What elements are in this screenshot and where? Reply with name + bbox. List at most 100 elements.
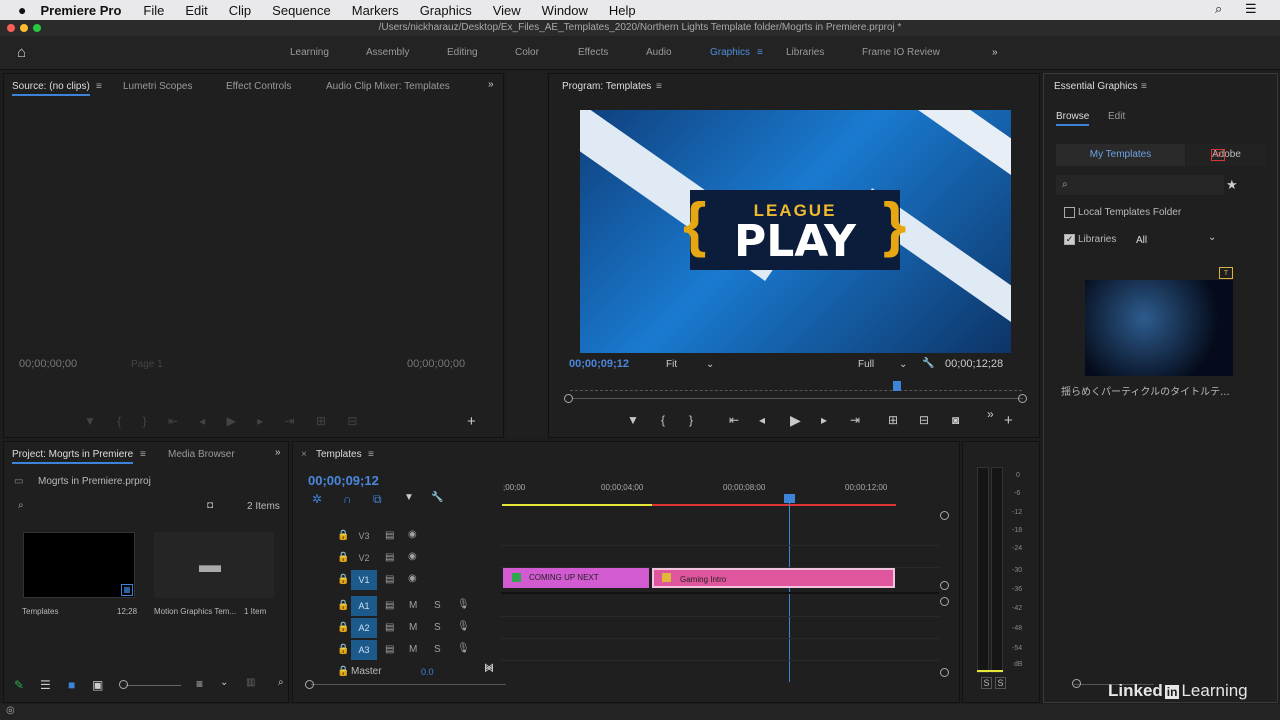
workspace-libraries[interactable]: Libraries [786,47,824,58]
library-select[interactable]: All [1136,235,1147,246]
home-icon[interactable]: ⌂ [17,44,26,61]
sync-lock-icon[interactable]: ▤ [385,530,394,541]
settings-wrench-icon[interactable]: 🔧 [922,358,934,369]
zoom-slider-handle[interactable] [119,680,128,689]
snap-magnet-icon[interactable]: ∩ [343,492,352,506]
mute-button[interactable]: M [409,622,417,633]
libraries-checkbox[interactable]: ✓ [1064,234,1075,245]
eye-icon[interactable]: ◉ [408,529,417,540]
track-label-v2[interactable]: V2 [351,548,377,568]
freeform-view-icon[interactable]: ▣ [92,678,103,692]
item-templates-name[interactable]: Templates [22,607,58,616]
app-menu[interactable]: Premiere Pro [40,3,121,18]
library-select-chevron-icon[interactable]: ⌄ [1208,232,1216,243]
new-bin-from-search-icon[interactable]: ◘ [207,500,213,511]
tab-edit[interactable]: Edit [1108,111,1125,122]
write-protect-pencil-icon[interactable]: ✎ [14,678,24,692]
program-timecode-current[interactable]: 00;00;09;12 [569,358,629,370]
menu-help[interactable]: Help [609,3,636,18]
local-templates-checkbox[interactable] [1064,207,1075,218]
program-menu-icon[interactable]: ≡ [656,81,662,92]
add-marker-icon[interactable]: ▼ [627,413,639,427]
track-label-v1[interactable]: V1 [351,570,377,590]
zoom-handle-right[interactable] [1018,394,1027,403]
sequence-thumbnail[interactable] [23,532,135,598]
step-back-icon[interactable]: ◂ [759,413,765,427]
linked-selection-icon[interactable]: ⧉ [373,492,382,507]
menu-window[interactable]: Window [542,3,588,18]
vertical-scroll-audio-handle[interactable] [940,668,949,677]
timeline-menu-icon[interactable]: ≡ [368,449,374,460]
track-label-a3[interactable]: A3 [351,640,377,660]
timeline-zoom-left-handle[interactable] [305,680,314,689]
lift-icon[interactable]: ⊞ [888,413,898,427]
vertical-scroll-video-handle[interactable] [940,581,949,590]
solo-left-button[interactable]: S [981,677,992,689]
solo-button[interactable]: S [434,622,441,633]
clip-gaming-intro[interactable]: Gaming Intro [652,568,895,588]
template-search-input[interactable]: ⌕ [1056,175,1224,195]
solo-button[interactable]: S [434,600,441,611]
mark-in-icon[interactable]: { [661,413,665,427]
tab-project[interactable]: Project: Mogrts in Premiere [12,449,134,464]
workspace-editing[interactable]: Editing [447,47,478,58]
timeline-zoom-bar[interactable] [311,684,506,685]
track-label-a1[interactable]: A1 [351,596,377,616]
export-frame-camera-icon[interactable]: ◙ [952,413,959,427]
apple-icon[interactable]: ● [18,2,26,18]
timeline-playhead[interactable] [789,494,790,682]
status-indicator-icon[interactable]: ◎ [6,705,15,716]
lock-icon[interactable]: 🔒 [337,644,349,655]
lock-icon[interactable]: 🔒 [337,574,349,585]
lock-icon[interactable]: 🔒 [337,552,349,563]
list-view-icon[interactable]: ☰ [40,678,51,692]
eye-icon[interactable]: ◉ [408,573,417,584]
tab-effect-controls[interactable]: Effect Controls [226,81,291,92]
control-center-icon[interactable]: ☰ [1245,1,1257,17]
sync-lock-icon[interactable]: ▤ [385,622,394,633]
spotlight-search-icon[interactable]: ⌕ [1215,1,1222,17]
sync-lock-icon[interactable]: ▤ [385,552,394,563]
tab-media-browser[interactable]: Media Browser [168,449,235,460]
menu-markers[interactable]: Markers [352,3,399,18]
essential-menu-icon[interactable]: ≡ [1141,81,1147,92]
extract-icon[interactable]: ⊟ [919,413,929,427]
close-sequence-icon[interactable]: × [301,449,307,460]
tab-lumetri-scopes[interactable]: Lumetri Scopes [123,81,192,92]
tab-audio-clip-mixer[interactable]: Audio Clip Mixer: Templates [326,81,450,92]
item-bin-name[interactable]: Motion Graphics Tem... [154,607,236,616]
sync-lock-icon[interactable]: ▤ [385,574,394,585]
essential-graphics-title[interactable]: Essential Graphics [1054,81,1137,92]
microphone-icon[interactable]: 🎙 [457,599,470,610]
template-thumbnail[interactable] [1085,280,1233,376]
automate-icon[interactable]: ▥ [246,677,255,688]
program-overflow-icon[interactable]: » [987,407,994,421]
zoom-window-button[interactable] [33,24,41,32]
adobe-stock-tab[interactable]: Adobe [1186,144,1266,166]
source-add-button[interactable]: + [467,413,476,430]
menu-clip[interactable]: Clip [229,3,251,18]
close-window-button[interactable] [7,24,15,32]
track-label-a2[interactable]: A2 [351,618,377,638]
mark-out-icon[interactable]: } [689,413,693,427]
zoom-slider[interactable] [126,685,181,686]
program-time-ruler[interactable] [570,385,1022,391]
insert-nest-icon[interactable]: ✲ [312,492,322,506]
lock-icon[interactable]: 🔒 [337,530,349,541]
workspace-assembly[interactable]: Assembly [366,47,409,58]
program-playhead[interactable] [893,381,901,391]
program-add-button[interactable]: + [1004,412,1013,429]
go-to-out-icon[interactable]: ⇥ [850,413,860,427]
tab-browse[interactable]: Browse [1056,111,1090,126]
clip-coming-up-next[interactable]: COMING UP NEXT [503,568,649,588]
panel-overflow-icon[interactable]: » [488,79,494,90]
quality-dropdown-chevron-icon[interactable]: ⌄ [899,359,907,370]
timeline-settings-icon[interactable]: 🔧 [431,492,443,503]
project-menu-icon[interactable]: ≡ [140,449,146,460]
find-icon[interactable]: ⌕ [278,677,284,688]
mute-button[interactable]: M [409,644,417,655]
sync-lock-icon[interactable]: ▤ [385,644,394,655]
workspace-color[interactable]: Color [515,47,539,58]
go-to-in-icon[interactable]: ⇤ [729,413,739,427]
workspace-audio[interactable]: Audio [646,47,672,58]
